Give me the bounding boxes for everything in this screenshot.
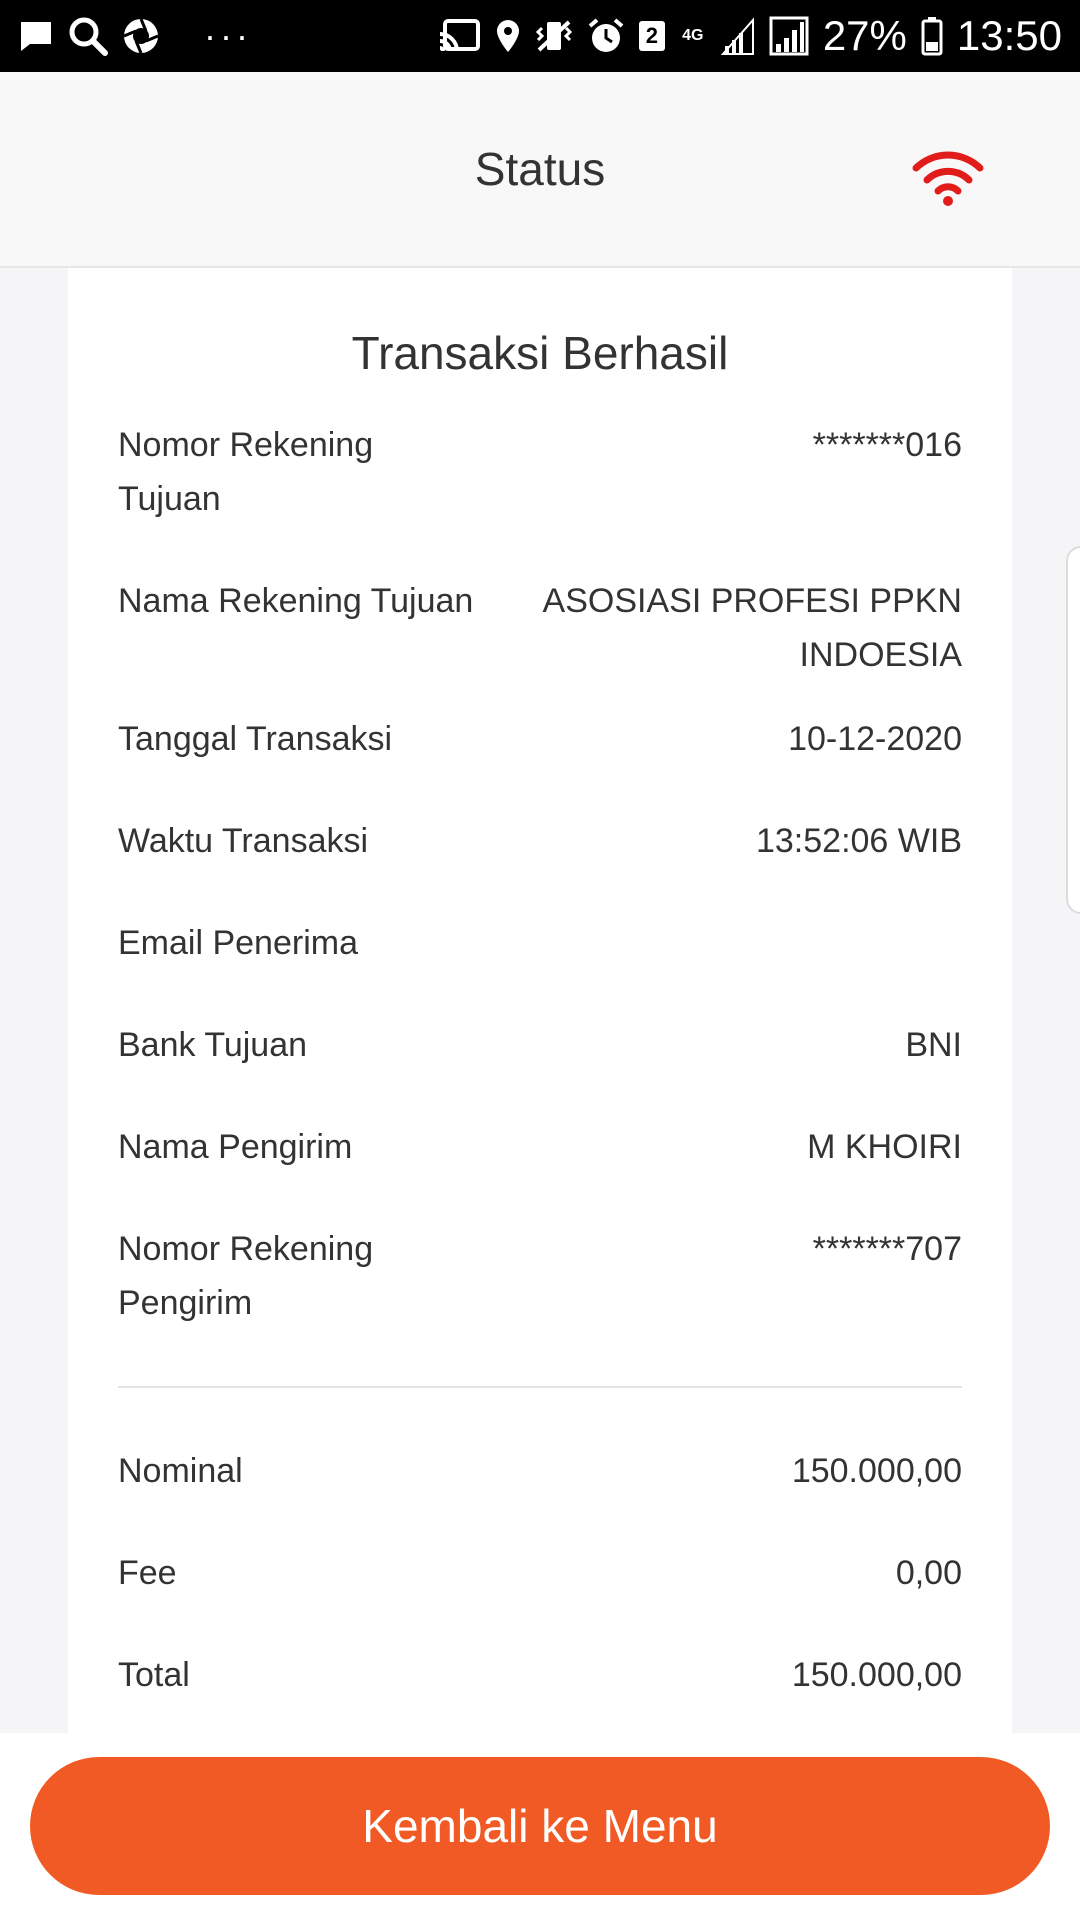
detail-label: Waktu Transaksi: [118, 822, 369, 860]
detail-label: Nomor Rekening Tujuan: [118, 426, 374, 518]
amount-label: Fee: [118, 1554, 177, 1592]
aperture-icon: [122, 17, 160, 55]
search-icon: [68, 16, 108, 56]
signal-icon: [720, 16, 755, 56]
side-drawer-handle[interactable]: [1066, 546, 1080, 914]
transaction-status-title: Transaksi Berhasil: [351, 327, 729, 379]
location-icon: [495, 18, 521, 54]
detail-row: Nomor Rekening Pengirim *******707: [118, 1222, 962, 1330]
vibrate-icon: [535, 18, 573, 54]
system-status-bar: ··· 2 4G 27% 13:50: [0, 0, 1080, 72]
detail-value: BNI: [905, 1026, 962, 1064]
status-bar-left: ···: [18, 16, 252, 56]
detail-row: Nomor Rekening Tujuan *******016: [118, 418, 962, 526]
amount-value: 0,00: [895, 1554, 962, 1592]
detail-value: *******016: [812, 426, 962, 464]
cast-icon: [437, 18, 481, 54]
amount-value: 150.000,00: [791, 1656, 962, 1694]
amount-row: Total 150.000,00: [118, 1648, 962, 1702]
detail-value: ASOSIASI PROFESI PPKN INDOESIA: [542, 582, 962, 674]
message-icon: [18, 19, 54, 53]
receipt-scroll-area[interactable]: Transaksi Berhasil Nomor Rekening Tujuan…: [0, 268, 1080, 1733]
overflow-indicator: ···: [204, 15, 252, 56]
network-type: 4G: [682, 27, 704, 44]
detail-label: Nama Rekening Tujuan: [118, 582, 474, 620]
detail-row: Waktu Transaksi 13:52:06 WIB: [118, 814, 962, 868]
battery-icon: [921, 16, 943, 56]
detail-label: Tanggal Transaksi: [118, 720, 393, 758]
amount-value: 150.000,00: [791, 1452, 962, 1490]
detail-value: 10-12-2020: [788, 720, 962, 758]
detail-value: *******707: [812, 1230, 962, 1268]
divider: [118, 1386, 962, 1388]
app-screen: ··· 2 4G 27% 13:50 Status Transaksi Berh…: [0, 0, 1080, 1920]
detail-row: Bank Tujuan BNI: [118, 1018, 962, 1072]
app-header: Status: [0, 72, 1080, 268]
signal-2-icon: [769, 16, 809, 56]
receipt-card: Transaksi Berhasil Nomor Rekening Tujuan…: [68, 268, 1012, 1733]
detail-row: Email Penerima: [118, 916, 962, 970]
receipt-details: Nomor Rekening Tujuan *******016 Nama Re…: [118, 418, 962, 1702]
detail-label: Email Penerima: [118, 924, 358, 962]
detail-label: Nomor Rekening Pengirim: [118, 1230, 374, 1322]
detail-label: Bank Tujuan: [118, 1026, 308, 1064]
wifi-icon: [912, 150, 984, 206]
detail-row: Nama Rekening Tujuan ASOSIASI PROFESI PP…: [118, 574, 962, 682]
amount-row: Fee 0,00: [118, 1546, 962, 1600]
amount-label: Nominal: [118, 1452, 243, 1490]
back-to-menu-button[interactable]: Kembali ke Menu: [30, 1757, 1050, 1895]
amount-label: Total: [118, 1656, 190, 1694]
bottom-action-bar: Kembali ke Menu: [0, 1733, 1080, 1920]
detail-row: Nama Pengirim M KHOIRI: [118, 1120, 962, 1174]
amount-row: Nominal 150.000,00: [118, 1444, 962, 1498]
status-bar-right: 2 4G 27% 13:50: [437, 15, 1062, 57]
detail-row: Tanggal Transaksi 10-12-2020: [118, 712, 962, 766]
detail-label: Nama Pengirim: [118, 1128, 353, 1166]
alarm-icon: [587, 17, 625, 55]
battery-percent: 27%: [822, 12, 907, 59]
clock: 13:50: [956, 12, 1062, 59]
sim-badge: 2: [638, 21, 665, 51]
detail-value: 13:52:06 WIB: [755, 822, 962, 860]
detail-value: M KHOIRI: [807, 1128, 962, 1166]
